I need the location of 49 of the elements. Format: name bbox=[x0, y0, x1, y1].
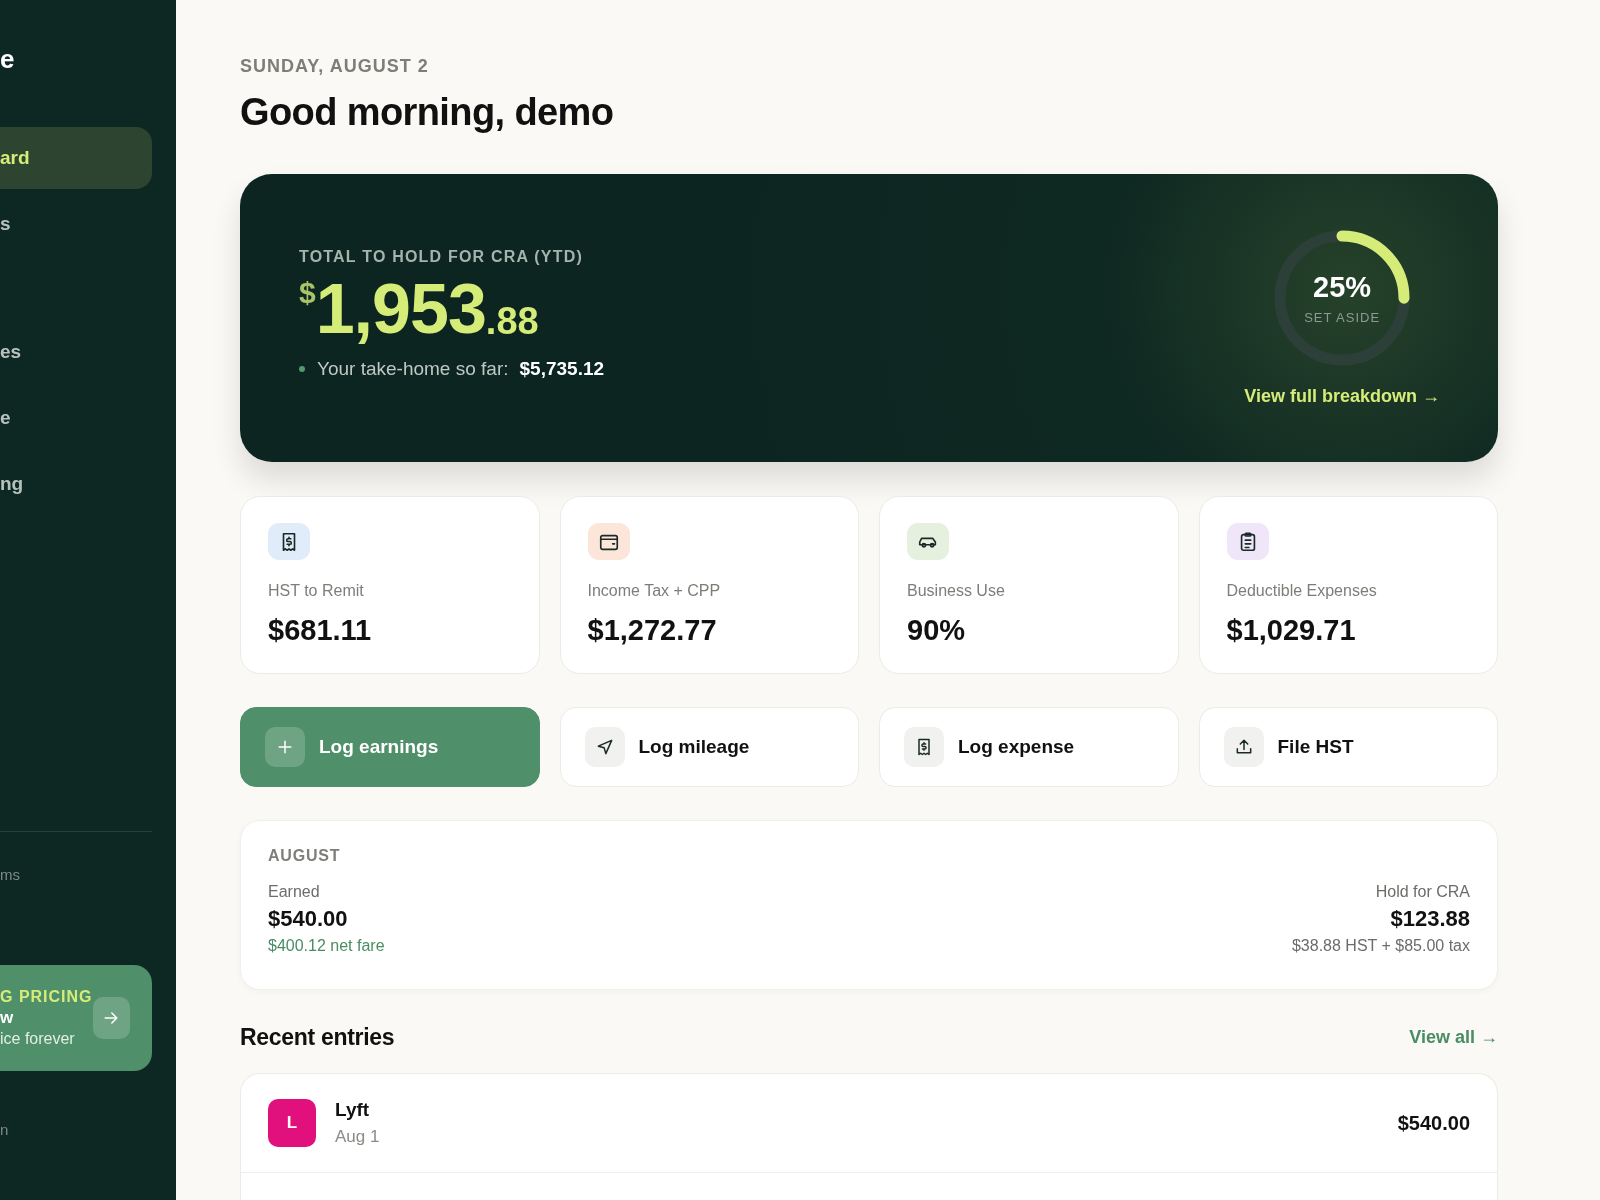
take-home-label: Your take-home so far: bbox=[317, 358, 509, 380]
hold-detail: $38.88 HST + $85.00 tax bbox=[1291, 937, 1470, 955]
section-title: Recent entries bbox=[240, 1024, 395, 1051]
hold-cents: .88 bbox=[485, 302, 539, 340]
month-title: AUGUST bbox=[268, 847, 342, 865]
entry-avatar: L bbox=[268, 1099, 316, 1147]
promo-title: w bbox=[0, 1008, 14, 1028]
promo-eyebrow: G PRICING bbox=[0, 988, 93, 1006]
take-home-amount: $5,735.12 bbox=[519, 358, 605, 380]
sidebar-link[interactable]: ms bbox=[0, 866, 20, 883]
nav-item[interactable]: ng bbox=[0, 453, 152, 515]
stat-value: $681.11 bbox=[268, 614, 373, 647]
entry-name: Lyft bbox=[335, 1099, 370, 1121]
greeting: Good morning, demo bbox=[240, 91, 615, 134]
stat-value: $1,029.71 bbox=[1226, 614, 1357, 647]
nav-item[interactable]: e bbox=[0, 387, 152, 449]
stat-label: HST to Remit bbox=[268, 582, 365, 600]
entry-date: Aug 1 bbox=[335, 1127, 380, 1147]
app-logo: e bbox=[0, 44, 15, 75]
action-button[interactable]: Log earnings bbox=[240, 707, 540, 787]
hero-label: TOTAL TO HOLD FOR CRA (YTD) bbox=[299, 248, 584, 266]
action-button[interactable]: File HST bbox=[1198, 707, 1498, 787]
sidebar-link[interactable]: n bbox=[0, 1121, 9, 1138]
nav-item[interactable]: s bbox=[0, 193, 152, 255]
hold-amount: 1,953 bbox=[315, 274, 486, 344]
net-fare: $400.12 net fare bbox=[268, 937, 385, 955]
earned-label: Earned bbox=[268, 883, 320, 901]
nav-item[interactable]: es bbox=[0, 321, 152, 383]
view-all-link[interactable]: View all → bbox=[1409, 1027, 1498, 1048]
action-button[interactable]: Log mileage bbox=[559, 707, 859, 787]
currency-sign: $ bbox=[299, 278, 316, 308]
date-label: SUNDAY, AUGUST 2 bbox=[240, 56, 430, 77]
action-button[interactable]: Log expense bbox=[879, 707, 1179, 787]
stat-label: Income Tax + CPP bbox=[587, 582, 722, 600]
promo-subtitle: ice forever bbox=[0, 1030, 75, 1048]
hold-amount: $123.88 bbox=[1390, 906, 1470, 932]
stat-value: 90% bbox=[907, 614, 967, 647]
earned-amount: $540.00 bbox=[268, 906, 348, 932]
stat-value: $1,272.77 bbox=[587, 614, 718, 647]
status-dot bbox=[299, 366, 305, 372]
stat-label: Business Use bbox=[907, 582, 1006, 600]
hold-label: Hold for CRA bbox=[1375, 883, 1470, 901]
stat-label: Deductible Expenses bbox=[1226, 582, 1378, 600]
ring-percent: 25% bbox=[1313, 271, 1372, 304]
nav-item[interactable]: ard bbox=[0, 127, 152, 189]
ring-caption: SET ASIDE bbox=[1304, 310, 1381, 325]
entry-amount: $540.00 bbox=[1397, 1111, 1470, 1135]
arrow-button[interactable] bbox=[92, 997, 130, 1039]
breakdown-link[interactable]: View full breakdown → bbox=[1244, 386, 1440, 407]
